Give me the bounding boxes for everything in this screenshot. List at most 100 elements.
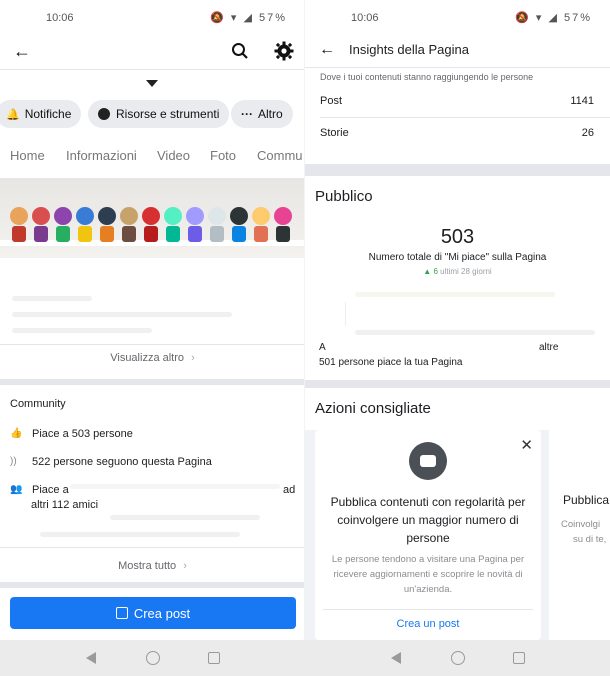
likes-row[interactable]: 👍 Piace a 503 persone <box>10 428 133 440</box>
nav-recents-icon[interactable] <box>513 652 525 664</box>
nav-home-icon[interactable] <box>146 651 160 665</box>
trend-up-icon: ▲ <box>423 267 432 276</box>
status-bar: 10:06 🔕 ▾ ◢ 57% <box>0 0 305 36</box>
chip-label: Risorse e strumenti <box>116 107 220 121</box>
divider <box>320 117 610 118</box>
post-row[interactable]: Post 1141 <box>320 95 594 107</box>
figure <box>98 207 116 242</box>
battery-percent: 57% <box>258 12 287 24</box>
recommended-action-card[interactable]: ✕ Pubblica contenuti con regolarità per … <box>315 430 541 640</box>
status-bar: 10:06 🔕 ▾ ◢ 57% <box>305 0 610 36</box>
section-gap <box>0 379 305 385</box>
visualizza-altro-link[interactable]: Visualizza altro › <box>0 352 305 364</box>
blurred-text <box>12 296 92 301</box>
post-label: Post <box>320 95 343 107</box>
figure <box>142 207 160 242</box>
card2-desc: Coinvolgi su di te, <box>561 517 606 547</box>
likes-text: Piace a 503 persone <box>32 428 133 440</box>
crea-un-post-link[interactable]: Crea un post <box>315 618 541 630</box>
rss-icon: )) <box>10 456 17 467</box>
tab-informazioni[interactable]: Informazioni <box>66 148 137 163</box>
nav-home-icon[interactable] <box>451 651 465 665</box>
followers-text: 522 persone seguono questa Pagina <box>32 456 212 468</box>
card-divider <box>323 609 533 610</box>
tab-video[interactable]: Video <box>157 148 190 163</box>
chip-notifiche[interactable]: 🔔 Notifiche <box>0 100 82 128</box>
status-time: 10:06 <box>351 12 379 24</box>
total-likes-number: 503 <box>440 226 475 248</box>
community-title: Community <box>10 398 66 410</box>
more-dots-icon: ··· <box>241 107 253 121</box>
divider <box>0 344 305 345</box>
divider <box>0 547 305 548</box>
chevron-down-icon[interactable] <box>146 80 158 87</box>
chip-altro[interactable]: ··· Altro <box>231 100 293 128</box>
link-label: Mostra tutto <box>118 560 177 572</box>
signal-icon: ◢ <box>548 12 559 24</box>
storie-row[interactable]: Storie 26 <box>320 127 594 139</box>
blurred-text <box>355 330 595 335</box>
storie-label: Storie <box>320 127 349 139</box>
info-icon <box>98 108 110 120</box>
section-gap <box>305 164 610 176</box>
figure <box>10 207 28 242</box>
status-time: 10:06 <box>46 12 74 24</box>
nav-group-right <box>305 640 610 676</box>
blurred-text <box>70 484 280 489</box>
chip-risorse[interactable]: Risorse e strumenti <box>88 100 230 128</box>
cover-photo[interactable] <box>0 178 305 258</box>
back-arrow-icon[interactable]: ← <box>10 40 34 62</box>
figure <box>164 207 182 242</box>
tab-home[interactable]: Home <box>10 148 45 163</box>
page-tabs: Home Informazioni Video Foto Commu <box>0 148 305 168</box>
search-icon[interactable] <box>228 40 252 62</box>
back-arrow-icon[interactable]: ← <box>317 40 337 60</box>
nav-back-icon[interactable] <box>86 652 96 664</box>
message-bubble-icon <box>409 442 447 480</box>
mute-icon: 🔕 <box>515 12 531 24</box>
link-label: Visualizza altro <box>110 352 185 364</box>
card-description: Le persone tendono a visitare una Pagina… <box>331 554 525 595</box>
wifi-icon: ▾ <box>535 12 544 24</box>
card2-desc-line: Coinvolgi <box>561 519 601 530</box>
blurred-text <box>12 328 152 333</box>
top-bar: ← <box>0 36 305 66</box>
figure <box>208 207 226 242</box>
figure <box>230 207 248 242</box>
section-gap <box>305 380 610 388</box>
mostra-tutto-link[interactable]: Mostra tutto › <box>0 560 305 572</box>
friends-row[interactable]: 👥 Piace a <box>10 484 69 496</box>
close-icon[interactable]: ✕ <box>520 436 533 454</box>
friends-text-b: altre <box>539 342 559 353</box>
card2-desc-line: su di te, <box>573 534 607 545</box>
followers-row[interactable]: )) 522 persone seguono questa Pagina <box>10 456 212 468</box>
nav-group-left <box>0 640 305 676</box>
crea-post-button[interactable]: Crea post <box>10 597 296 629</box>
trend-label: ultimi 28 giorni <box>440 267 492 276</box>
nav-recents-icon[interactable] <box>208 652 220 664</box>
mute-icon: 🔕 <box>210 12 226 24</box>
tab-foto[interactable]: Foto <box>210 148 236 163</box>
nav-back-icon[interactable] <box>391 652 401 664</box>
wifi-icon: ▾ <box>230 12 239 24</box>
chip-label: Notifiche <box>24 107 72 121</box>
card-title: Pubblica contenuti con regolarità per co… <box>330 495 526 545</box>
total-likes-caption: Numero totale di "Mi piace" sulla Pagina <box>368 252 547 263</box>
friends-text-ad: ad <box>283 484 296 496</box>
chevron-right-icon: › <box>183 560 187 572</box>
page-screen: 10:06 🔕 ▾ ◢ 57% ← 🔔 Notifiche Risorse e … <box>0 0 305 640</box>
crea-post-label: Crea post <box>133 605 191 621</box>
battery-percent: 57% <box>563 12 592 24</box>
figure <box>76 207 94 242</box>
section-gap <box>0 582 305 588</box>
signal-icon: ◢ <box>243 12 254 24</box>
figure <box>32 207 50 242</box>
chip-label: Altro <box>258 107 283 121</box>
recommended-action-card-next[interactable]: Pubblica Coinvolgi su di te, <box>549 430 610 640</box>
azioni-heading: Azioni consigliate <box>315 400 431 417</box>
tab-community[interactable]: Commu <box>257 148 303 163</box>
gear-icon[interactable] <box>272 40 296 62</box>
trend-line: ▲ 6 ultimi 28 giorni <box>305 267 610 276</box>
status-icons: 🔕 ▾ ◢ 57% <box>515 11 592 24</box>
insights-screen: 10:06 🔕 ▾ ◢ 57% ← Insights della Pagina … <box>305 0 610 640</box>
